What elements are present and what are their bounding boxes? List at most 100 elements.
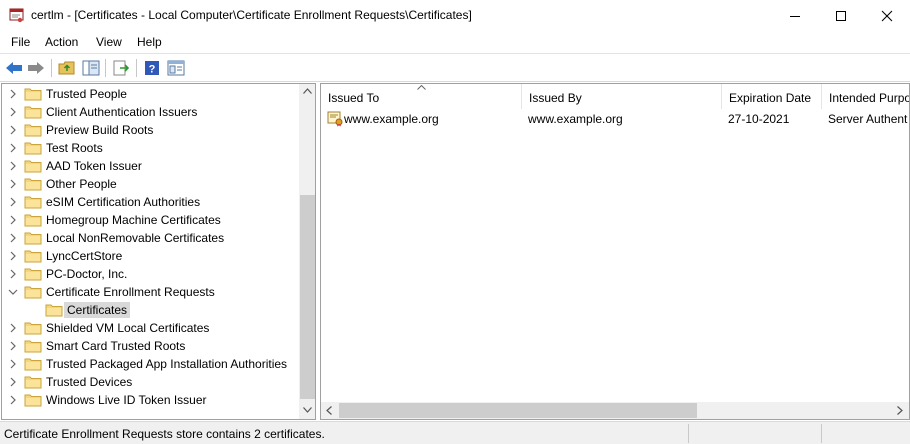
toolbar-separator: [105, 59, 106, 77]
chevron-right-icon[interactable]: [7, 88, 19, 100]
tree-item[interactable]: Client Authentication Issuers: [2, 103, 300, 121]
chevron-right-icon[interactable]: [7, 376, 19, 388]
export-list-button[interactable]: [111, 58, 131, 78]
tree-item[interactable]: Certificates: [2, 301, 300, 319]
tree-item-label: Preview Build Roots: [46, 123, 154, 137]
tree-item[interactable]: Windows Live ID Token Issuer: [2, 391, 300, 409]
folder-icon: [45, 304, 63, 317]
folder-icon: [24, 232, 42, 245]
column-intended-purpose[interactable]: Intended Purpo: [822, 84, 910, 109]
chevron-right-icon[interactable]: [7, 124, 19, 136]
status-bar: Certificate Enrollment Requests store co…: [0, 421, 910, 444]
up-folder-icon: [58, 61, 75, 75]
tree-item[interactable]: eSIM Certification Authorities: [2, 193, 300, 211]
status-divider: [688, 424, 689, 443]
export-list-icon: [113, 60, 130, 76]
folder-open-icon: [24, 286, 42, 299]
tree-item[interactable]: AAD Token Issuer: [2, 157, 300, 175]
column-expiration-date[interactable]: Expiration Date: [722, 84, 822, 109]
console-tree[interactable]: Trusted People Client Authentication Issu…: [1, 83, 316, 420]
toolbar-separator: [51, 59, 52, 77]
properties-button[interactable]: [166, 58, 186, 78]
chevron-right-icon[interactable]: [7, 268, 19, 280]
close-button[interactable]: [864, 0, 910, 31]
chevron-right-icon[interactable]: [7, 358, 19, 370]
folder-icon: [24, 268, 42, 281]
menu-view[interactable]: View: [96, 35, 122, 49]
column-issued-to[interactable]: Issued To: [321, 84, 522, 109]
show-hide-tree-icon: [82, 60, 100, 76]
tree-item[interactable]: Certificate Enrollment Requests: [2, 283, 300, 301]
cell-expiration-date: 27-10-2021: [728, 112, 790, 126]
help-button[interactable]: ?: [142, 58, 162, 78]
tree-item[interactable]: PC-Doctor, Inc.: [2, 265, 300, 283]
forward-button[interactable]: [26, 58, 46, 78]
back-button[interactable]: [4, 58, 24, 78]
tree-item[interactable]: Homegroup Machine Certificates: [2, 211, 300, 229]
chevron-right-icon[interactable]: [7, 106, 19, 118]
window-title: certlm - [Certificates - Local Computer\…: [31, 8, 472, 22]
scroll-right-icon[interactable]: [897, 406, 903, 415]
folder-icon: [24, 124, 42, 137]
scroll-up-icon[interactable]: [303, 88, 312, 94]
scroll-down-icon[interactable]: [303, 407, 312, 413]
tree-item[interactable]: Shielded VM Local Certificates: [2, 319, 300, 337]
forward-icon: [28, 62, 44, 74]
minimize-button[interactable]: [772, 0, 818, 31]
tree-item[interactable]: Other People: [2, 175, 300, 193]
chevron-right-icon[interactable]: [7, 394, 19, 406]
properties-icon: [167, 60, 185, 76]
menu-file[interactable]: File: [11, 35, 30, 49]
up-one-level-button[interactable]: [57, 58, 77, 78]
tree-item[interactable]: Trusted Devices: [2, 373, 300, 391]
chevron-right-icon[interactable]: [7, 250, 19, 262]
tree-scroll-thumb[interactable]: [300, 195, 315, 399]
tree-item[interactable]: Test Roots: [2, 139, 300, 157]
tree-item[interactable]: Trusted People: [2, 85, 300, 103]
title-bar: certlm - [Certificates - Local Computer\…: [0, 0, 910, 31]
menu-action[interactable]: Action: [45, 35, 78, 49]
folder-icon: [24, 142, 42, 155]
cell-issued-by: www.example.org: [528, 112, 623, 126]
folder-icon: [24, 358, 42, 371]
tree-item[interactable]: LyncCertStore: [2, 247, 300, 265]
show-hide-console-tree-button[interactable]: [81, 58, 101, 78]
sort-ascending-icon: [417, 85, 426, 90]
tree-item-label: AAD Token Issuer: [46, 159, 142, 173]
chevron-right-icon[interactable]: [7, 232, 19, 244]
scroll-left-icon[interactable]: [326, 406, 332, 415]
tree-item-label: Windows Live ID Token Issuer: [46, 393, 207, 407]
folder-icon: [24, 196, 42, 209]
column-issued-by-label: Issued By: [529, 91, 582, 105]
back-icon: [6, 62, 22, 74]
chevron-right-icon[interactable]: [7, 196, 19, 208]
tree-item[interactable]: Trusted Packaged App Installation Author…: [2, 355, 300, 373]
certificate-row[interactable]: www.example.org www.example.org 27-10-20…: [321, 110, 909, 128]
chevron-right-icon[interactable]: [7, 160, 19, 172]
chevron-right-icon[interactable]: [7, 178, 19, 190]
details-list[interactable]: Issued To Issued By Expiration Date Inte…: [320, 83, 910, 420]
tree-item[interactable]: Local NonRemovable Certificates: [2, 229, 300, 247]
cell-issued-to: www.example.org: [344, 112, 439, 126]
certificate-icon: [327, 111, 343, 127]
tree-item-label: Smart Card Trusted Roots: [46, 339, 186, 353]
tree-vertical-scrollbar[interactable]: [299, 84, 315, 419]
tree-item-label: Shielded VM Local Certificates: [46, 321, 210, 335]
chevron-right-icon[interactable]: [7, 142, 19, 154]
chevron-down-icon[interactable]: [7, 286, 19, 298]
list-scroll-thumb[interactable]: [339, 403, 697, 418]
folder-icon: [24, 340, 42, 353]
tree-item[interactable]: Preview Build Roots: [2, 121, 300, 139]
tree-item-label: LyncCertStore: [46, 249, 123, 263]
column-expiration-date-label: Expiration Date: [729, 91, 812, 105]
chevron-right-icon[interactable]: [7, 322, 19, 334]
chevron-right-icon[interactable]: [7, 340, 19, 352]
column-issued-by[interactable]: Issued By: [522, 84, 722, 109]
list-horizontal-scrollbar[interactable]: [321, 402, 909, 419]
tree-item[interactable]: Smart Card Trusted Roots: [2, 337, 300, 355]
column-intended-purpose-label: Intended Purpo: [829, 91, 910, 105]
chevron-right-icon[interactable]: [7, 214, 19, 226]
menu-help[interactable]: Help: [137, 35, 162, 49]
menu-bar: File Action View Help: [0, 31, 910, 53]
maximize-button[interactable]: [818, 0, 864, 31]
